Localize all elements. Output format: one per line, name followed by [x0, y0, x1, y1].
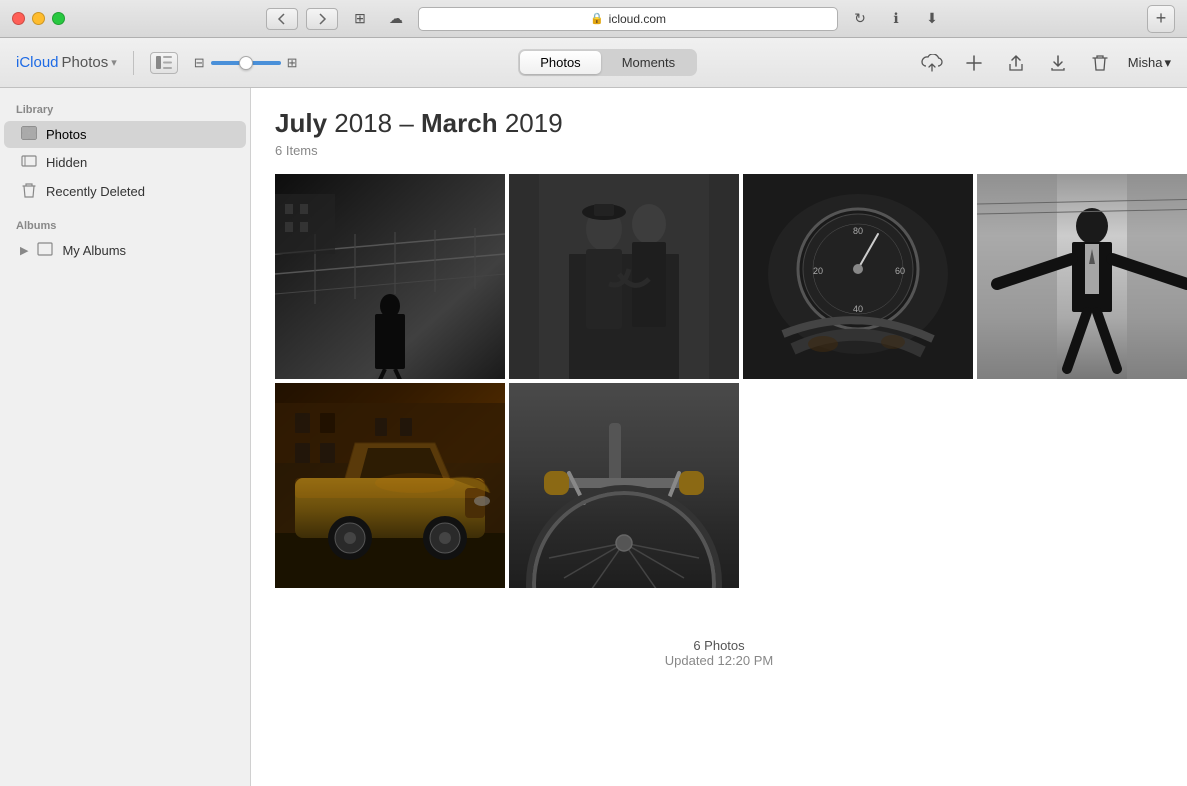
library-section-label: Library [0, 100, 250, 120]
info-icon[interactable]: ℹ [882, 8, 910, 30]
moments-tab[interactable]: Moments [602, 51, 695, 74]
albums-expand-arrow[interactable]: ▶ [20, 244, 28, 257]
toolbar-actions: Misha ▾ [918, 49, 1171, 77]
photo-item-1[interactable] [275, 174, 505, 379]
zoom-slider-thumb[interactable] [239, 56, 253, 70]
title-dropdown-arrow[interactable]: ▾ [111, 56, 117, 69]
share-button[interactable] [1002, 49, 1030, 77]
icloud-upload-button[interactable] [918, 49, 946, 77]
sidebar-item-photos[interactable]: Photos [4, 121, 246, 148]
svg-text:80: 80 [853, 226, 863, 236]
app-toolbar: iCloud Photos ▾ ⊟ ⊞ Photos Moments [0, 38, 1187, 88]
view-mode-control: Photos Moments [518, 49, 697, 76]
main-layout: Library Photos Hidden Recently Deleted A… [0, 88, 1187, 786]
date-end-bold: March [421, 108, 498, 138]
new-tab-button[interactable]: + [1147, 5, 1175, 33]
photo-item-4[interactable] [977, 174, 1187, 379]
titlebar-center: ⊞ ☁ 🔒 icloud.com ↻ ℹ ⬇ [75, 7, 1137, 31]
recently-deleted-sidebar-label: Recently Deleted [46, 184, 145, 199]
date-start-light: 2018 – [327, 108, 421, 138]
user-menu-button[interactable]: Misha ▾ [1128, 55, 1171, 71]
user-label: Misha [1128, 55, 1163, 70]
photos-total-count: 6 Photos [295, 638, 1143, 653]
grid-icon[interactable]: ⊞ [346, 8, 374, 30]
svg-text:20: 20 [813, 266, 823, 276]
zoom-out-icon: ⊟ [194, 55, 205, 71]
minimize-button[interactable] [32, 12, 45, 25]
lock-icon: 🔒 [590, 12, 604, 25]
sidebar-item-hidden[interactable]: Hidden [4, 149, 246, 176]
sidebar: Library Photos Hidden Recently Deleted A… [0, 88, 251, 786]
items-count: 6 Items [275, 143, 1163, 158]
trash-sidebar-icon [20, 182, 38, 201]
date-start-bold: July [275, 108, 327, 138]
maximize-button[interactable] [52, 12, 65, 25]
traffic-lights [12, 12, 65, 25]
app-title: iCloud Photos ▾ [16, 54, 117, 71]
albums-section-label: Albums [0, 216, 250, 236]
zoom-slider[interactable] [211, 61, 281, 65]
download-toolbar-button[interactable] [1044, 49, 1072, 77]
photo-item-2[interactable] [509, 174, 739, 379]
download-icon[interactable]: ⬇ [918, 8, 946, 30]
svg-text:40: 40 [853, 304, 863, 314]
refresh-icon[interactable]: ↻ [846, 8, 874, 30]
photos-sidebar-icon [20, 126, 38, 143]
titlebar: ⊞ ☁ 🔒 icloud.com ↻ ℹ ⬇ + [0, 0, 1187, 38]
sidebar-item-recently-deleted[interactable]: Recently Deleted [4, 177, 246, 206]
toolbar-divider-1 [133, 51, 134, 75]
date-end-light: 2019 [498, 108, 563, 138]
toolbar-center: Photos Moments [314, 49, 902, 76]
user-arrow: ▾ [1164, 55, 1171, 71]
my-albums-label: My Albums [62, 243, 126, 258]
zoom-control: ⊟ ⊞ [194, 55, 298, 71]
photos-tab[interactable]: Photos [520, 51, 600, 74]
photo-item-3[interactable]: 80 40 20 60 [743, 174, 973, 379]
content-header: July 2018 – March 2019 6 Items [275, 108, 1163, 158]
zoom-in-icon: ⊞ [287, 55, 298, 71]
photos-sidebar-label: Photos [46, 127, 86, 142]
add-button[interactable] [960, 49, 988, 77]
photo-item-6[interactable] [509, 383, 739, 588]
sidebar-toggle-button[interactable] [150, 52, 178, 74]
updated-time: Updated 12:20 PM [295, 653, 1143, 668]
url-text: icloud.com [609, 12, 666, 26]
hidden-sidebar-label: Hidden [46, 155, 87, 170]
date-range: July 2018 – March 2019 [275, 108, 1163, 139]
cloud-icon: ☁ [382, 8, 410, 30]
photo-grid: 80 40 20 60 [275, 174, 1163, 588]
status-bar: 6 Photos Updated 12:20 PM [275, 618, 1163, 688]
forward-button[interactable] [306, 8, 338, 30]
photo-item-5[interactable] [275, 383, 505, 588]
url-bar[interactable]: 🔒 icloud.com [418, 7, 838, 31]
sidebar-item-my-albums[interactable]: ▶ My Albums [4, 237, 246, 264]
hidden-sidebar-icon [20, 154, 38, 171]
svg-text:60: 60 [895, 266, 905, 276]
content-area: July 2018 – March 2019 6 Items [251, 88, 1187, 786]
back-button[interactable] [266, 8, 298, 30]
icloud-label: iCloud [16, 54, 59, 71]
delete-toolbar-button[interactable] [1086, 49, 1114, 77]
my-albums-icon [36, 242, 54, 259]
close-button[interactable] [12, 12, 25, 25]
photos-label: Photos [62, 54, 109, 71]
